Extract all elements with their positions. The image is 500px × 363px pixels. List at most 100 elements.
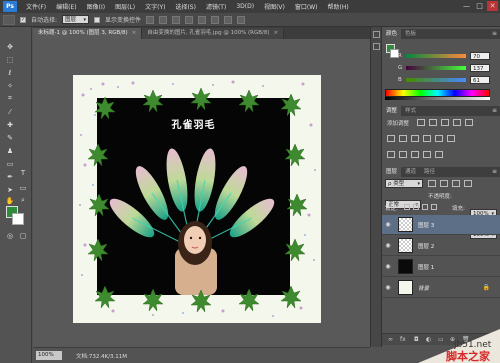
hand-tool-icon[interactable]: ✋	[4, 195, 16, 206]
gradient-map-icon[interactable]	[423, 151, 431, 158]
tab-close-icon[interactable]: ×	[274, 30, 279, 36]
path-select-tool-icon[interactable]: ➤	[4, 184, 16, 195]
menu-select[interactable]: 选择(S)	[170, 2, 201, 11]
zoom-field[interactable]: 100%	[36, 351, 62, 360]
menu-filter[interactable]: 滤镜(T)	[201, 2, 231, 11]
link-layers-icon[interactable]: ∞	[388, 336, 393, 343]
distribute-2-icon[interactable]	[237, 15, 246, 24]
quick-mask-icon[interactable]: ◎	[4, 230, 16, 241]
shape-tool-icon[interactable]: ▭	[17, 182, 29, 193]
filter-pixel-icon[interactable]	[428, 180, 436, 187]
document-canvas[interactable]: 孔雀羽毛	[73, 75, 321, 323]
tab-close-icon[interactable]: ×	[132, 30, 137, 36]
curves-icon[interactable]	[441, 119, 449, 126]
tab-swatches[interactable]: 色板	[401, 29, 420, 39]
tab-channels[interactable]: 通道	[401, 167, 420, 177]
layer-row-background[interactable]: ◉ 背景 🔒	[382, 278, 500, 298]
type-tool-icon[interactable]: T	[17, 167, 29, 178]
visibility-eye-icon[interactable]: ◉	[382, 263, 394, 270]
auto-select-dropdown[interactable]: 图层	[62, 15, 90, 24]
magic-wand-tool-icon[interactable]: ✧	[4, 80, 16, 91]
lasso-tool-icon[interactable]: ℓ	[4, 67, 16, 78]
lock-transparent-icon[interactable]	[404, 204, 410, 210]
close-button[interactable]: ✕	[487, 1, 498, 11]
photo-filter-icon[interactable]	[423, 135, 431, 142]
menu-edit[interactable]: 编辑(E)	[51, 2, 81, 11]
invert-icon[interactable]	[387, 151, 395, 158]
visibility-eye-icon[interactable]: ◉	[382, 284, 394, 291]
channel-mixer-icon[interactable]	[435, 135, 443, 142]
hue-saturation-icon[interactable]	[387, 135, 395, 142]
minimize-button[interactable]: —	[461, 1, 472, 11]
eraser-tool-icon[interactable]: ▭	[4, 158, 16, 169]
tab-layers[interactable]: 图层	[382, 167, 402, 177]
tab-adjustments[interactable]: 调整	[382, 106, 402, 116]
align-bottom-icon[interactable]	[172, 15, 181, 24]
tab-peacock-feather[interactable]: 自由变换的图片, 孔雀羽毛.jpg @ 100% (RGB/8) ×	[142, 28, 285, 39]
align-top-icon[interactable]	[146, 15, 155, 24]
green-slider[interactable]	[406, 65, 466, 70]
distribute-icon[interactable]	[224, 15, 233, 24]
properties-panel-icon[interactable]	[373, 43, 380, 50]
history-panel-icon[interactable]	[373, 31, 380, 38]
filter-shape-icon[interactable]	[464, 180, 472, 187]
panel-menu-icon[interactable]: ≡	[492, 29, 497, 39]
red-slider[interactable]	[406, 53, 466, 58]
screen-mode-icon[interactable]: ▢	[17, 230, 29, 241]
crop-tool-icon[interactable]: ⌗	[4, 93, 16, 104]
panel-menu-icon[interactable]: ≡	[492, 106, 497, 116]
tab-paths[interactable]: 路径	[420, 167, 439, 177]
align-right-icon[interactable]	[211, 15, 220, 24]
menu-3d[interactable]: 3D(D)	[231, 3, 259, 10]
color-spectrum-bar[interactable]	[385, 89, 490, 97]
black-white-icon[interactable]	[411, 135, 419, 142]
layer-row-3[interactable]: ◉ 图层 3	[382, 215, 500, 235]
brightness-contrast-icon[interactable]	[417, 119, 425, 126]
fx-icon[interactable]: fx	[400, 336, 406, 343]
vibrance-icon[interactable]	[465, 119, 473, 126]
layer-kind-filter[interactable]: ρ 类型	[385, 179, 423, 188]
color-lookup-icon[interactable]	[447, 135, 455, 142]
visibility-eye-icon[interactable]: ◉	[382, 221, 394, 228]
background-color-swatch[interactable]	[12, 213, 24, 225]
blue-slider[interactable]	[406, 77, 466, 82]
healing-brush-tool-icon[interactable]: ✚	[4, 119, 16, 130]
menu-help[interactable]: 帮助(H)	[323, 2, 354, 11]
eyedropper-tool-icon[interactable]: ⁄	[4, 106, 16, 117]
menu-view[interactable]: 视图(V)	[259, 2, 290, 11]
align-middle-icon[interactable]	[159, 15, 168, 24]
align-center-icon[interactable]	[198, 15, 207, 24]
grayscale-ramp[interactable]	[385, 97, 490, 100]
tab-color[interactable]: 颜色	[382, 29, 402, 39]
filter-type-icon[interactable]	[452, 180, 460, 187]
marquee-tool-icon[interactable]: ⬚	[4, 54, 16, 65]
tab-untitled-1[interactable]: 未标题-1 @ 100% (图层 3, RGB/8) ×	[33, 28, 143, 39]
maximize-button[interactable]: □	[474, 1, 485, 11]
green-value-field[interactable]: 137	[470, 63, 490, 72]
layer-row-2[interactable]: ◉ 图层 2	[382, 236, 500, 256]
lock-all-icon[interactable]	[431, 204, 437, 210]
lock-pixels-icon[interactable]	[413, 204, 419, 210]
red-value-field[interactable]: 70	[470, 51, 490, 60]
pen-tool-icon[interactable]: ✒	[4, 171, 16, 182]
menu-file[interactable]: 文件(F)	[21, 2, 51, 11]
menu-layer[interactable]: 图层(L)	[110, 2, 140, 11]
visibility-eye-icon[interactable]: ◉	[382, 242, 394, 249]
clone-stamp-tool-icon[interactable]: ♟	[4, 145, 16, 156]
brush-tool-icon[interactable]: ✎	[4, 132, 16, 143]
zoom-tool-icon[interactable]: ⌕	[17, 195, 29, 206]
move-tool-icon[interactable]: ✥	[4, 41, 16, 52]
selective-color-icon[interactable]	[435, 151, 443, 158]
canvas-area[interactable]: 孔雀羽毛	[33, 39, 370, 347]
align-left-icon[interactable]	[185, 15, 194, 24]
exposure-icon[interactable]	[453, 119, 461, 126]
tab-styles[interactable]: 样式	[401, 106, 420, 116]
threshold-icon[interactable]	[411, 151, 419, 158]
blue-value-field[interactable]: 61	[470, 75, 490, 84]
menu-image[interactable]: 图像(I)	[82, 2, 110, 11]
filter-adjustment-icon[interactable]	[440, 180, 448, 187]
menu-window[interactable]: 窗口(W)	[290, 2, 323, 11]
lock-position-icon[interactable]	[422, 204, 428, 210]
show-transform-checkbox[interactable]	[94, 16, 101, 23]
document-info[interactable]: 文档:732.4K/3.11M	[76, 352, 127, 360]
